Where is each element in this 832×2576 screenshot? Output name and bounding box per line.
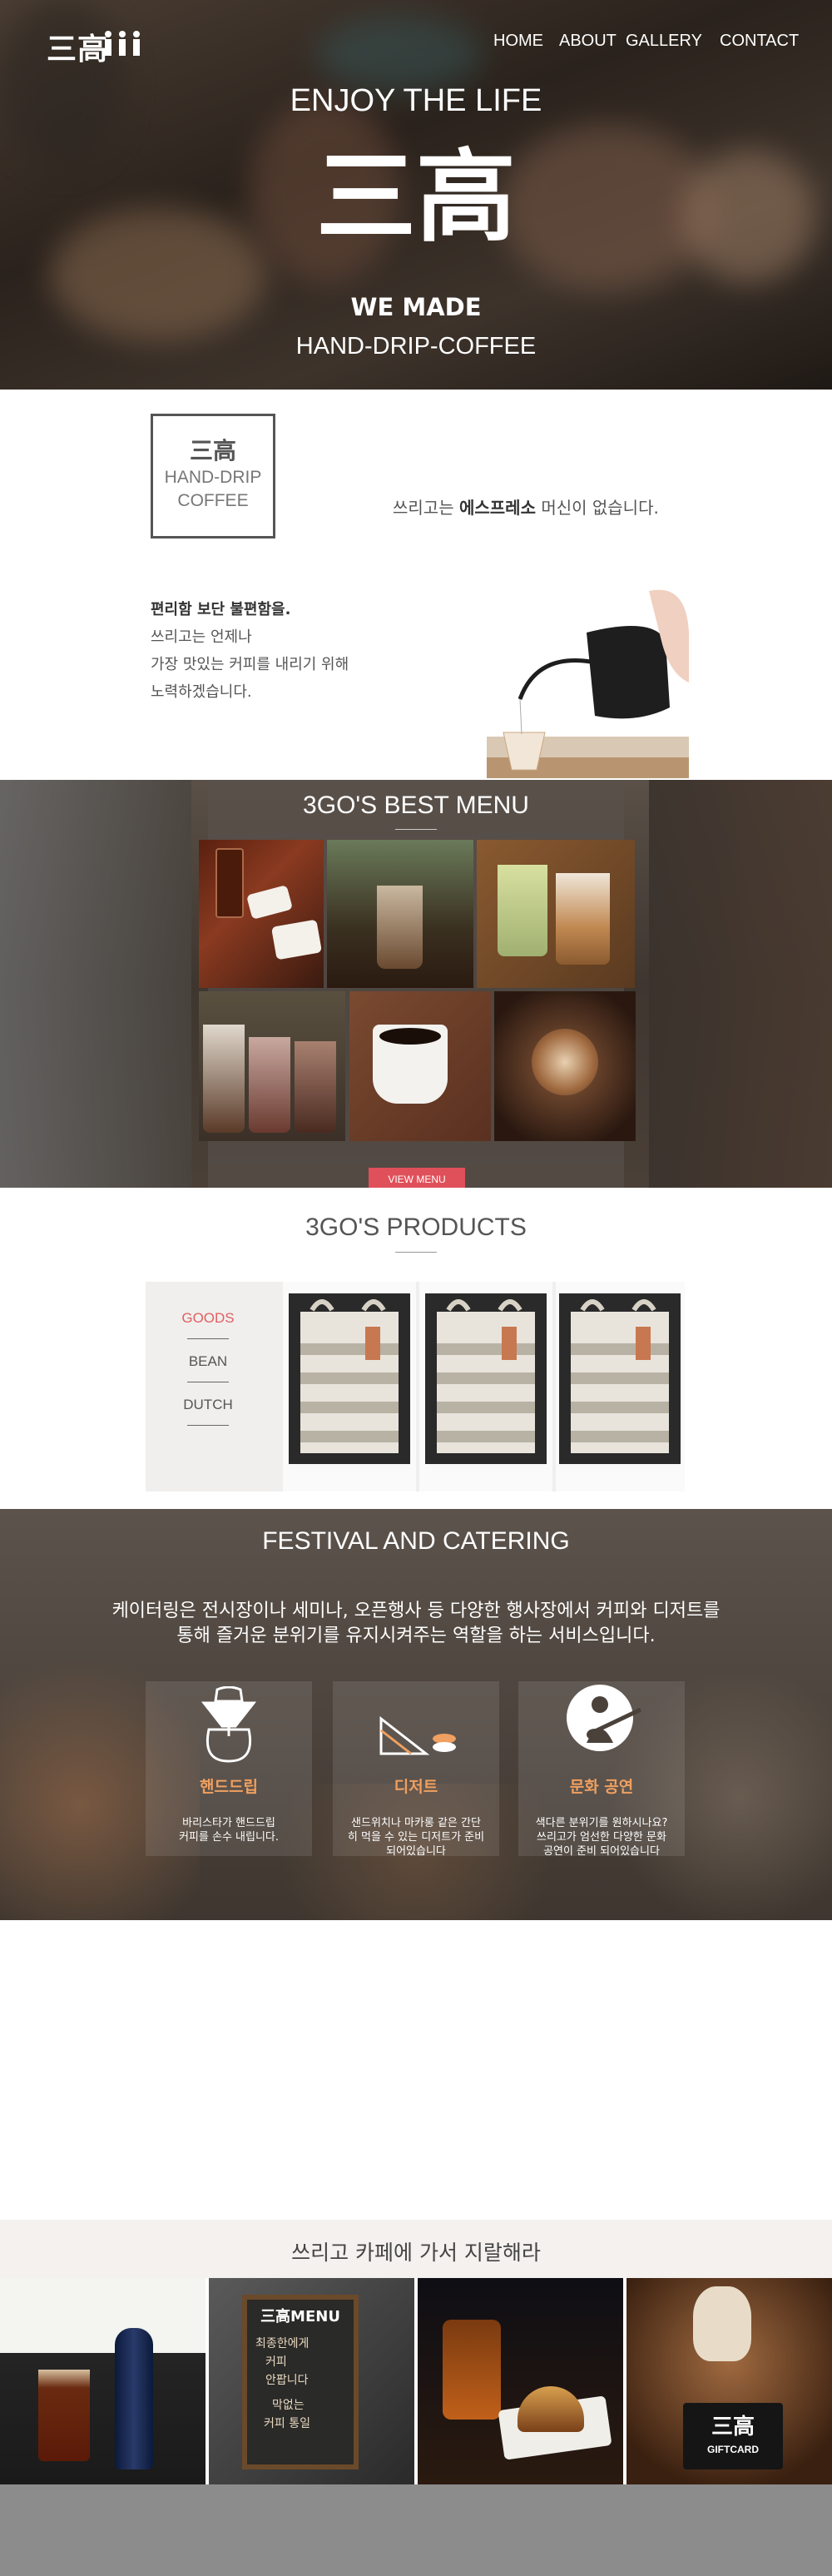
festival-desc-line2: 통해 즐거운 분위기를 유지시켜주는 역할을 하는 서비스입니다. <box>176 1626 656 1646</box>
service-desc: 색다른 분위기를 원하시나요? 쓰리고가 엄선한 다양한 문화 공연이 준비 되… <box>527 1816 676 1859</box>
tab-dutch-underline <box>187 1425 229 1426</box>
board-line: 커피 <box>265 2355 287 2369</box>
hero-big-logo: 三高 <box>316 140 516 256</box>
service-desc: 바리스타가 핸드드립 커피를 손수 내립니다. <box>154 1816 304 1844</box>
view-menu-button[interactable]: VIEW MENU <box>369 1168 465 1188</box>
tab-goods-underline <box>187 1338 229 1339</box>
nav-gallery[interactable]: GALLERY <box>626 32 702 51</box>
no-espresso-pre: 쓰리고는 <box>393 498 459 518</box>
gallery-photo-giftcard[interactable]: 三高 GIFTCARD <box>626 2278 832 2484</box>
service-desc-line: 커피를 손수 내립니다. <box>178 1831 280 1844</box>
board-title: 三高MENU <box>260 2308 340 2325</box>
no-espresso-text: 쓰리고는 에스프레소 머신이 없습니다. <box>393 494 659 519</box>
tote-bag-image <box>289 1293 410 1464</box>
gallery-title-band: 쓰리고 카페에 가서 지랄해라 <box>0 2220 832 2278</box>
menu-photo-black-coffee[interactable] <box>349 991 491 1141</box>
hero-banner: 三高 HOME ABOUT GALLERY CONTACT ENJOY THE … <box>0 0 832 390</box>
menu-title: 3GO'S BEST MENU <box>303 792 529 819</box>
site-logo[interactable]: 三高 <box>47 25 108 68</box>
gallery-photo-menu-board[interactable]: 三高MENU 최종한에게 커피 안팝니다 막없는 커피 통일 <box>209 2278 414 2484</box>
tote-bag-image <box>559 1293 681 1464</box>
board-line: 커피 통일 <box>264 2417 310 2430</box>
nav-about[interactable]: ABOUT <box>559 32 617 51</box>
hero-tagline: ENJOY THE LIFE <box>290 83 542 118</box>
hero-product: HAND-DRIP-COFFEE <box>295 333 537 360</box>
drip-kettle-image <box>487 583 689 778</box>
logo-figures-icon <box>102 30 143 58</box>
service-desc-line: 샌드위치나 마카롱 같은 간단 <box>351 1817 481 1829</box>
product-card[interactable] <box>556 1282 685 1491</box>
service-desc-line: 색다른 분위기를 원하시나요? <box>535 1817 668 1829</box>
service-desc-line: 공연이 준비 되어있습니다 <box>543 1845 660 1858</box>
service-card-performance[interactable]: 문화 공연 색다른 분위기를 원하시나요? 쓰리고가 엄선한 다양한 문화 공연… <box>518 1681 685 1859</box>
products-title-underline <box>395 1252 437 1253</box>
festival-desc-line1: 케이터링은 전시장이나 세미나, 오픈행사 등 다양한 행사장에서 커피와 디저… <box>111 1601 721 1621</box>
best-menu-section: 3GO'S BEST MENU VIEW MENU <box>0 780 832 1188</box>
tab-goods[interactable]: GOODS <box>179 1310 237 1327</box>
tab-dutch[interactable]: DUTCH <box>179 1397 237 1413</box>
service-desc: 샌드위치나 마카롱 같은 간단 히 먹을 수 있는 디저트가 준비 되어있습니다 <box>341 1816 491 1859</box>
product-card[interactable] <box>419 1282 552 1491</box>
service-desc-line: 히 먹을 수 있는 디저트가 준비 <box>347 1831 485 1844</box>
badge-line2: COFFEE <box>177 491 249 510</box>
footer <box>0 2484 832 2576</box>
menu-photo-dessert[interactable] <box>199 840 324 988</box>
service-title: 핸드드립 <box>200 1778 258 1796</box>
menu-photo-cappuccino[interactable] <box>494 991 636 1141</box>
service-title: 디저트 <box>394 1778 438 1796</box>
badge-line1: HAND-DRIP <box>164 468 262 487</box>
gallery-photo-beer[interactable] <box>0 2278 206 2484</box>
no-espresso-post: 머신이 없습니다. <box>535 498 659 518</box>
guitar-player-icon <box>562 1685 645 1764</box>
giftcard-logo: 三高 <box>711 2415 755 2440</box>
products-title: 3GO'S PRODUCTS <box>305 1214 527 1241</box>
intro-line: 가장 맛있는 커피를 내리기 위해 <box>151 656 349 673</box>
tab-bean[interactable]: BEAN <box>179 1353 237 1370</box>
menu-photo-iced-drink[interactable] <box>327 840 473 988</box>
dessert-icon <box>376 1702 459 1760</box>
menu-title-underline <box>395 829 437 830</box>
giftcard-label: GIFTCARD <box>707 2444 759 2455</box>
intro-line: 편리함 보단 불편함을. <box>151 601 291 618</box>
board-line: 안팝니다 <box>265 2374 309 2387</box>
hero-made: WE MADE <box>350 293 482 321</box>
board-line: 최종한에게 <box>255 2337 310 2350</box>
badge-logo: 三高 <box>189 437 236 464</box>
nav-home[interactable]: HOME <box>493 32 543 51</box>
service-desc-line: 되어있습니다 <box>386 1845 446 1858</box>
festival-title: FESTIVAL AND CATERING <box>262 1527 570 1555</box>
gallery-photo-burger[interactable] <box>418 2278 623 2484</box>
gallery-title: 쓰리고 카페에 가서 지랄해라 <box>291 2241 541 2265</box>
intro-line: 쓰리고는 언제나 <box>151 628 252 646</box>
menu-photo-latte[interactable] <box>477 840 635 988</box>
no-espresso-bold: 에스프레소 <box>458 498 536 518</box>
tote-bag-image <box>425 1293 547 1464</box>
board-line: 막없는 <box>272 2399 305 2412</box>
service-card-hand-drip[interactable]: 핸드드립 바리스타가 핸드드립 커피를 손수 내립니다. <box>146 1681 312 1856</box>
service-desc-line: 바리스타가 핸드드립 <box>182 1817 275 1829</box>
service-card-dessert[interactable]: 디저트 샌드위치나 마카롱 같은 간단 히 먹을 수 있는 디저트가 준비 되어… <box>333 1681 499 1859</box>
service-title: 문화 공연 <box>569 1778 634 1796</box>
nav-contact[interactable]: CONTACT <box>720 32 799 51</box>
intro-paragraph: 편리함 보단 불편함을. 쓰리고는 언제나 가장 맛있는 커피를 내리기 위해 … <box>151 596 349 706</box>
product-card[interactable] <box>283 1282 416 1491</box>
hand-drip-badge: 三高 HAND-DRIP COFFEE <box>151 414 275 539</box>
service-desc-line: 쓰리고가 엄선한 다양한 문화 <box>537 1831 666 1844</box>
menu-photo-cups[interactable] <box>199 991 345 1141</box>
intro-line: 노력하겠습니다. <box>151 683 252 701</box>
drip-coffee-icon <box>196 1685 262 1765</box>
